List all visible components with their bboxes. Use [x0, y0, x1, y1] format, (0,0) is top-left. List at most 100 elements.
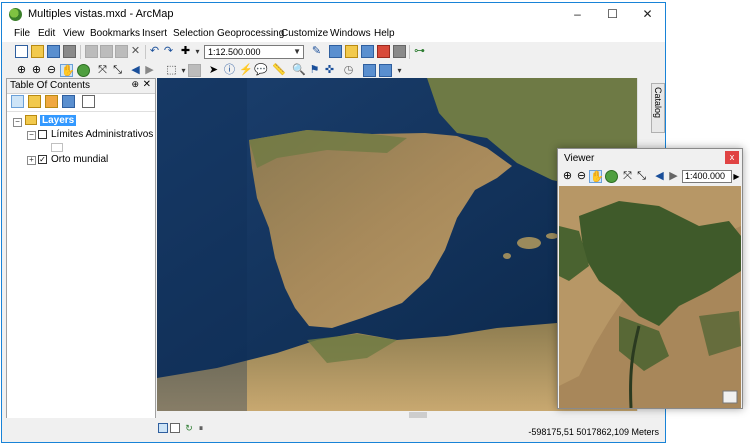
layout-view-tab-icon[interactable] [170, 423, 180, 433]
catalog-window-icon[interactable] [345, 45, 358, 58]
menu-bookmarks[interactable]: Bookmarks [90, 28, 140, 39]
toc-header: Table Of Contents ⊕ ✕ [7, 79, 155, 94]
python-window-icon[interactable] [393, 45, 406, 58]
list-by-selection-icon[interactable] [62, 95, 75, 108]
menu-windows[interactable]: Windows [330, 28, 371, 39]
time-slider-icon[interactable]: ◷ [342, 64, 355, 77]
list-by-drawing-order-icon[interactable] [11, 95, 24, 108]
select-elements-icon[interactable]: ➤ [207, 64, 220, 77]
zoom-out-icon[interactable]: ⊖ [45, 64, 58, 77]
data-view-icon[interactable] [158, 423, 168, 433]
catalog-tab-label: Catalog [653, 87, 663, 119]
open-icon[interactable] [31, 45, 44, 58]
layer-limites-administrativos[interactable]: Límites Administrativos [51, 129, 153, 140]
measure-icon[interactable]: 📏 [272, 64, 286, 77]
back-icon[interactable]: ◀ [653, 170, 666, 183]
expand-icon[interactable]: + [27, 156, 36, 165]
refresh-icon[interactable]: ↻ [184, 422, 194, 433]
paste-icon[interactable] [115, 45, 128, 58]
pan-zoom-icon[interactable]: ⊕ [15, 64, 28, 77]
title-bar: Multiples vistas.mxd - ArcMap – ☐ ✕ [2, 3, 665, 26]
collapse-icon[interactable]: − [27, 131, 36, 140]
arcmap-icon [9, 8, 22, 21]
full-extent-icon[interactable] [77, 64, 90, 77]
layer-symbol-swatch[interactable] [51, 143, 63, 152]
pause-drawing-icon[interactable]: ⏸ [196, 422, 206, 433]
hyperlink-icon[interactable]: ⚡ [239, 64, 253, 77]
find-icon[interactable]: 🔍 [292, 64, 306, 77]
toolbar-separator [80, 45, 81, 59]
toolbar-separator [409, 45, 410, 59]
menu-geoprocessing[interactable]: Geoprocessing [217, 28, 284, 39]
zoom-out-icon[interactable]: ⊖ [575, 170, 588, 183]
go-to-xy-icon[interactable]: ✜ [323, 64, 336, 77]
fixed-zoom-out-icon[interactable]: ⤡ [635, 170, 648, 183]
zoom-in-icon[interactable]: ⊕ [30, 64, 43, 77]
identify-icon[interactable]: ⓘ [223, 64, 236, 77]
viewer-options-icon[interactable]: ▶ [730, 170, 743, 183]
minimize-button[interactable]: – [560, 3, 595, 25]
new-document-icon[interactable] [15, 45, 28, 58]
viewer-close-button[interactable]: x [725, 151, 739, 164]
overview-icon[interactable] [722, 390, 738, 404]
chevron-down-icon[interactable]: ▼ [293, 46, 301, 58]
menu-edit[interactable]: Edit [38, 28, 55, 39]
create-viewer-window-icon[interactable] [363, 64, 376, 77]
model-builder-icon[interactable]: ⊶ [413, 45, 426, 58]
menu-insert[interactable]: Insert [142, 28, 167, 39]
html-popup-icon[interactable]: 💬 [254, 64, 268, 77]
fixed-zoom-out-icon[interactable]: ⤡ [111, 64, 124, 77]
find-route-icon[interactable]: ⚑ [308, 64, 321, 77]
editor-icon[interactable]: ✎ [310, 45, 323, 58]
forward-icon[interactable]: ▶ [143, 64, 156, 77]
catalog-tab[interactable]: Catalog [651, 83, 665, 133]
collapse-icon[interactable]: − [13, 118, 22, 127]
table-of-contents-window-icon[interactable] [329, 45, 342, 58]
list-by-visibility-icon[interactable] [45, 95, 58, 108]
viewer-scale-box[interactable]: 1:400.000 [682, 170, 732, 183]
search-window-icon[interactable] [361, 45, 374, 58]
menu-file[interactable]: File [14, 28, 30, 39]
viewer-map[interactable] [559, 186, 741, 408]
back-icon[interactable]: ◀ [129, 64, 142, 77]
layer-visibility-checkbox[interactable]: ✓ [38, 155, 47, 164]
print-icon[interactable] [63, 45, 76, 58]
close-button[interactable]: ✕ [630, 3, 665, 25]
toc-options-icon[interactable] [82, 95, 95, 108]
toc-toolbar [7, 93, 155, 112]
toc-close-button[interactable]: ✕ [143, 79, 151, 90]
maximize-button[interactable]: ☐ [595, 3, 630, 25]
delete-icon[interactable]: ✕ [129, 45, 142, 58]
save-icon[interactable] [47, 45, 60, 58]
zoom-in-icon[interactable]: ⊕ [561, 170, 574, 183]
clear-selection-icon[interactable] [188, 64, 201, 77]
list-by-source-icon[interactable] [28, 95, 41, 108]
fixed-zoom-in-icon[interactable]: ⤧ [621, 170, 634, 183]
layer-orto-mundial[interactable]: Orto mundial [51, 154, 108, 165]
viewer-window: Viewer x ⊕ ⊖ ✋ ⤧ ⤡ ◀ ▶ 1:400.000 ▶ [557, 148, 743, 409]
toolbar-options-icon[interactable]: ▾ [393, 64, 406, 77]
undo-icon[interactable]: ↶ [148, 45, 161, 58]
pan-hand-icon[interactable]: ✋ [589, 170, 604, 183]
copy-icon[interactable] [100, 45, 113, 58]
menu-customize[interactable]: Customize [281, 28, 328, 39]
menu-selection[interactable]: Selection [173, 28, 214, 39]
cut-icon[interactable] [85, 45, 98, 58]
layer-visibility-checkbox[interactable] [38, 130, 47, 139]
map-scale-combo[interactable]: 1:12.500.000 ▼ [204, 45, 304, 59]
balearic-islands [517, 237, 541, 249]
pin-icon[interactable]: ⊕ [131, 79, 139, 90]
menu-help[interactable]: Help [374, 28, 395, 39]
fixed-zoom-in-icon[interactable]: ⤧ [96, 64, 109, 77]
menu-bar: File Edit View Bookmarks Insert Selectio… [2, 26, 665, 43]
menu-view[interactable]: View [63, 28, 85, 39]
layout-view-icon[interactable] [379, 64, 392, 77]
toolbar-separator [145, 45, 146, 59]
arctoolbox-icon[interactable] [377, 45, 390, 58]
add-data-dropdown-icon[interactable]: ▾ [191, 45, 204, 58]
pan-hand-icon[interactable]: ✋ [60, 64, 75, 77]
redo-icon[interactable]: ↷ [162, 45, 175, 58]
forward-icon[interactable]: ▶ [667, 170, 680, 183]
full-extent-icon[interactable] [605, 170, 618, 183]
layers-root[interactable]: Layers [40, 115, 77, 126]
